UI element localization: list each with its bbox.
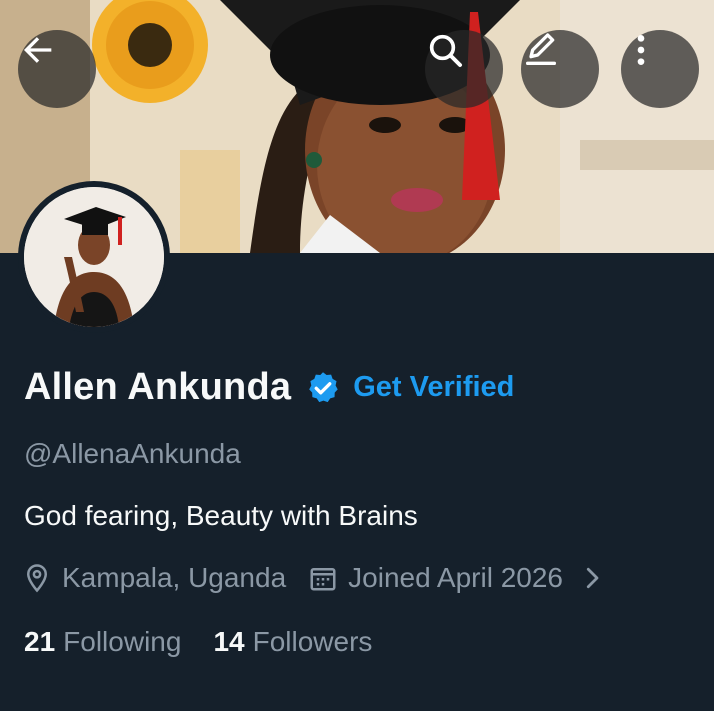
profile-handle: @AllenaAnkunda — [24, 438, 241, 469]
profile-avatar[interactable] — [18, 181, 170, 333]
profile-name: Allen Ankunda — [24, 366, 292, 408]
calendar-icon — [310, 568, 336, 591]
arrow-left-icon — [24, 37, 52, 63]
pencil-icon — [526, 33, 556, 65]
profile-location: Kampala, Uganda — [62, 562, 287, 593]
chevron-right-icon[interactable] — [577, 563, 607, 593]
follow-stats: 21 Following 14 Followers — [24, 626, 372, 658]
following-label: Following — [63, 626, 182, 657]
profile-meta-row: Kampala, Uganda Joined April 2026 — [22, 562, 617, 594]
followers-count: 14 — [213, 626, 245, 657]
following-link[interactable]: 21 Following — [24, 626, 181, 658]
profile-bio: God fearing, Beauty with Brains — [24, 500, 418, 531]
followers-label: Followers — [252, 626, 373, 657]
more-options-button[interactable] — [621, 30, 699, 108]
avatar-photo — [24, 187, 164, 327]
following-count: 21 — [24, 626, 56, 657]
followers-link[interactable]: 14 Followers — [213, 626, 372, 658]
profile-joined-date: Joined April 2026 — [348, 562, 563, 593]
back-button[interactable] — [18, 30, 96, 108]
get-verified-link[interactable]: Get Verified — [353, 371, 514, 404]
more-vertical-icon — [637, 35, 645, 65]
search-button[interactable] — [425, 30, 503, 108]
profile-name-row: Allen Ankunda Get Verified — [24, 366, 514, 409]
edit-profile-button[interactable] — [521, 30, 599, 108]
verified-badge-icon[interactable] — [305, 370, 341, 406]
location-pin-icon — [26, 564, 48, 593]
search-icon — [429, 34, 462, 67]
